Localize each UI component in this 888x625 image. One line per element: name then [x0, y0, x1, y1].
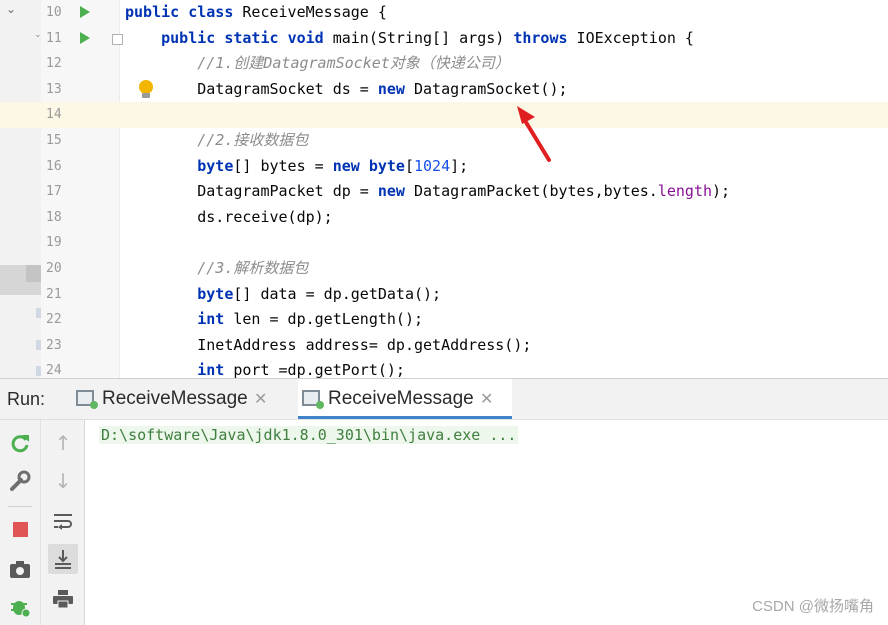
debug-bug-icon[interactable] [5, 592, 35, 622]
run-tool-window: Run: ReceiveMessage ✕ ReceiveMessage ✕ ↑… [0, 378, 888, 625]
run-header: Run: ReceiveMessage ✕ ReceiveMessage ✕ [0, 379, 888, 420]
close-icon[interactable]: ✕ [254, 389, 267, 408]
print-icon[interactable] [48, 584, 78, 614]
tab-label: ReceiveMessage [328, 388, 474, 409]
watermark: CSDN @微扬嘴角 [752, 598, 874, 615]
run-toolbar-left [0, 420, 41, 625]
annotation-arrow [517, 106, 551, 162]
arrow-shaft [522, 117, 551, 162]
console-line: D:\software\Java\jdk1.8.0_301\bin\java.e… [99, 426, 519, 444]
arrow-down-icon[interactable]: ↓ [48, 466, 78, 496]
rerun-icon[interactable] [5, 428, 35, 458]
run-config-icon [76, 390, 98, 409]
wrench-icon[interactable] [5, 466, 35, 496]
arrow-head [517, 106, 535, 124]
run-toolbar-right: ↑ ↓ [41, 420, 85, 625]
soft-wrap-icon[interactable] [48, 506, 78, 536]
run-tab-receive-message-1[interactable]: ReceiveMessage ✕ [72, 379, 284, 419]
stop-icon[interactable] [5, 514, 35, 544]
scroll-to-end-icon[interactable] [48, 544, 78, 574]
camera-icon[interactable] [5, 554, 35, 584]
arrow-up-icon[interactable]: ↑ [48, 428, 78, 458]
run-tab-receive-message-2[interactable]: ReceiveMessage ✕ [298, 379, 512, 419]
run-label: Run: [7, 389, 46, 409]
toolbar-divider [8, 506, 32, 507]
code-editor[interactable]: ⌄ ⌄ 10 public class ReceiveMessage {11 pu… [0, 0, 888, 378]
run-config-icon [302, 390, 324, 409]
tab-label: ReceiveMessage [102, 388, 248, 409]
close-icon[interactable]: ✕ [480, 389, 493, 408]
